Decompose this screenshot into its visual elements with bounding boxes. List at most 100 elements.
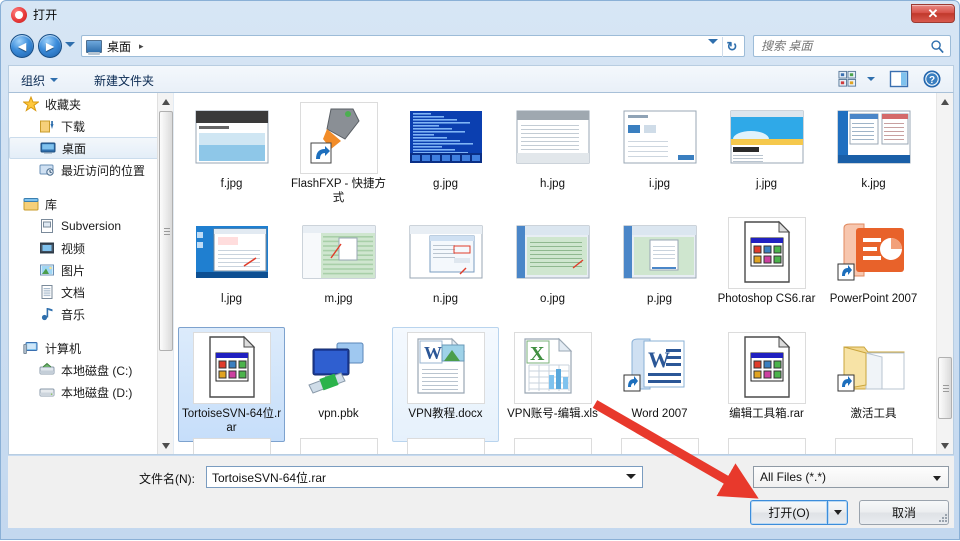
organize-menu-button[interactable]: 组织 [21, 71, 59, 89]
sidebar-item-label: 本地磁盘 (D:) [61, 385, 133, 400]
system-drive-icon [39, 362, 55, 375]
file-tile[interactable]: W VPN教程.docx [392, 327, 499, 442]
recent-places-icon [39, 164, 54, 176]
file-name-label: TortoiseSVN-64位.rar [181, 408, 282, 434]
file-tile[interactable]: h.jpg [499, 97, 606, 212]
thumbnail-docx: W [416, 337, 465, 394]
sidebar-item-音乐[interactable]: 音乐 [9, 303, 173, 325]
sidebar-item-本地磁盘 (D:)[interactable]: 本地磁盘 (D:) [9, 381, 173, 403]
rar-archive-icon [727, 217, 806, 289]
file-tile[interactable]: W Word 2007 [606, 327, 713, 442]
file-tile[interactable]: 编辑工具箱.rar [713, 327, 820, 442]
file-tile[interactable]: X VPN账号-编辑.xls [499, 327, 606, 442]
refresh-icon[interactable]: ↻ [722, 37, 742, 57]
sidebar-item-视频[interactable]: 视频 [9, 237, 173, 259]
sidebar-scroll-thumb[interactable] [159, 111, 173, 351]
file-name-label: VPN教程.docx [408, 408, 483, 420]
breadcrumb-current[interactable]: 桌面 [107, 38, 131, 55]
picture-icon [40, 264, 54, 276]
close-button[interactable]: ✕ [911, 4, 955, 23]
file-tile[interactable]: vpn.pbk [285, 327, 392, 442]
title-bar-left: 打开 [11, 6, 57, 23]
file-tile[interactable]: i.jpg [606, 97, 713, 212]
document-icon [41, 285, 53, 299]
thumbnail-white-form [623, 110, 696, 163]
search-box[interactable] [753, 35, 951, 57]
file-tile[interactable]: m.jpg [285, 212, 392, 327]
partial-tile [713, 438, 820, 454]
breadcrumb-separator-icon[interactable]: ▸ [139, 41, 144, 52]
file-tile[interactable]: g.jpg [392, 97, 499, 212]
file-tile[interactable]: p.jpg [606, 212, 713, 327]
chevron-down-icon [933, 476, 941, 481]
sidebar-item-本地磁盘 (C:)[interactable]: 本地磁盘 (C:) [9, 359, 173, 381]
open-split-button[interactable] [827, 500, 848, 525]
file-scroll-up-button[interactable] [937, 93, 953, 110]
thumbnail-rar [743, 220, 790, 283]
partial-tile [820, 438, 927, 454]
file-tile[interactable]: l.jpg [178, 212, 285, 327]
file-tile[interactable]: Photoshop CS6.rar [713, 212, 820, 327]
file-tile[interactable]: j.jpg [713, 97, 820, 212]
nav-group-收藏夹[interactable]: 收藏夹 [9, 93, 173, 115]
search-icon[interactable] [930, 39, 945, 54]
forward-arrow-icon[interactable]: ► [38, 34, 62, 58]
file-tile[interactable]: n.jpg [392, 212, 499, 327]
cancel-button[interactable]: 取消 [859, 500, 949, 525]
file-tile[interactable]: f.jpg [178, 97, 285, 212]
record-icon [11, 6, 27, 23]
new-folder-button[interactable]: 新建文件夹 [94, 71, 154, 89]
image-thumbnail [621, 217, 699, 289]
file-name-label: i.jpg [648, 178, 671, 190]
filename-chevron-down-icon[interactable] [626, 474, 636, 479]
file-tile[interactable]: FlashFXP - 快捷方式 [285, 97, 392, 212]
back-arrow-icon[interactable]: ◄ [10, 34, 34, 58]
sidebar-scroll-down-button[interactable] [158, 437, 173, 454]
sidebar-item-Subversion[interactable]: Subversion [9, 215, 173, 237]
view-chevron-down-icon[interactable] [867, 77, 875, 81]
image-thumbnail [193, 102, 271, 174]
file-name-label: m.jpg [324, 293, 353, 305]
file-list-pane[interactable]: f.jpg FlashFXP - 快捷方式 g.jpg h.jpg i.jpg j.jpg… [174, 93, 953, 454]
image-thumbnail [514, 102, 592, 174]
title-bar: 打开 ✕ [1, 1, 960, 27]
sidebar-scroll-up-button[interactable] [158, 93, 173, 110]
thumbnail-flashfxp [310, 108, 360, 163]
file-scroll-down-button[interactable] [937, 437, 953, 454]
resize-grip-icon[interactable] [937, 512, 949, 524]
file-scroll-thumb[interactable] [938, 357, 952, 419]
thumbnail-rar [208, 335, 255, 398]
file-tile[interactable]: PowerPoint 2007 [820, 212, 927, 327]
nav-group-库[interactable]: 库 [9, 193, 173, 215]
file-tile[interactable]: k.jpg [820, 97, 927, 212]
view-options-icon[interactable] [838, 70, 857, 88]
image-thumbnail [514, 217, 592, 289]
file-type-select[interactable]: All Files (*.*) [753, 466, 949, 488]
address-chevron-down-icon[interactable] [708, 39, 718, 58]
preview-pane-icon[interactable] [889, 70, 909, 88]
sidebar-scrollbar[interactable] [157, 93, 173, 454]
search-input[interactable] [761, 39, 929, 53]
sidebar-item-最近访问的位置[interactable]: 最近访问的位置 [9, 159, 173, 181]
address-bar[interactable]: 桌面 ▸ ↻ [81, 35, 745, 58]
file-list-scrollbar[interactable] [936, 93, 953, 454]
image-thumbnail [407, 102, 485, 174]
sidebar-item-桌面[interactable]: 桌面 [9, 137, 161, 159]
nav-group-计算机[interactable]: 计算机 [9, 337, 173, 359]
sidebar-item-图片[interactable]: 图片 [9, 259, 173, 281]
sidebar-item-文档[interactable]: 文档 [9, 281, 173, 303]
back-arrow-glyph: ◄ [15, 38, 29, 54]
help-icon[interactable]: ? [923, 70, 941, 88]
file-tile[interactable]: TortoiseSVN-64位.rar [178, 327, 285, 442]
thumbnail-desktop-win [837, 110, 910, 163]
sidebar-item-label: 下载 [61, 119, 86, 134]
partial-tile [392, 438, 499, 454]
thumbnail-green-word [516, 225, 589, 278]
open-button[interactable]: 打开(O) [750, 500, 827, 525]
history-chevron-down-icon[interactable] [65, 42, 76, 50]
file-tile[interactable]: o.jpg [499, 212, 606, 327]
file-tile[interactable]: 激活工具 [820, 327, 927, 442]
filename-input[interactable] [206, 466, 643, 488]
sidebar-item-下载[interactable]: 下载 [9, 115, 173, 137]
scroll-grip-icon [943, 385, 949, 394]
